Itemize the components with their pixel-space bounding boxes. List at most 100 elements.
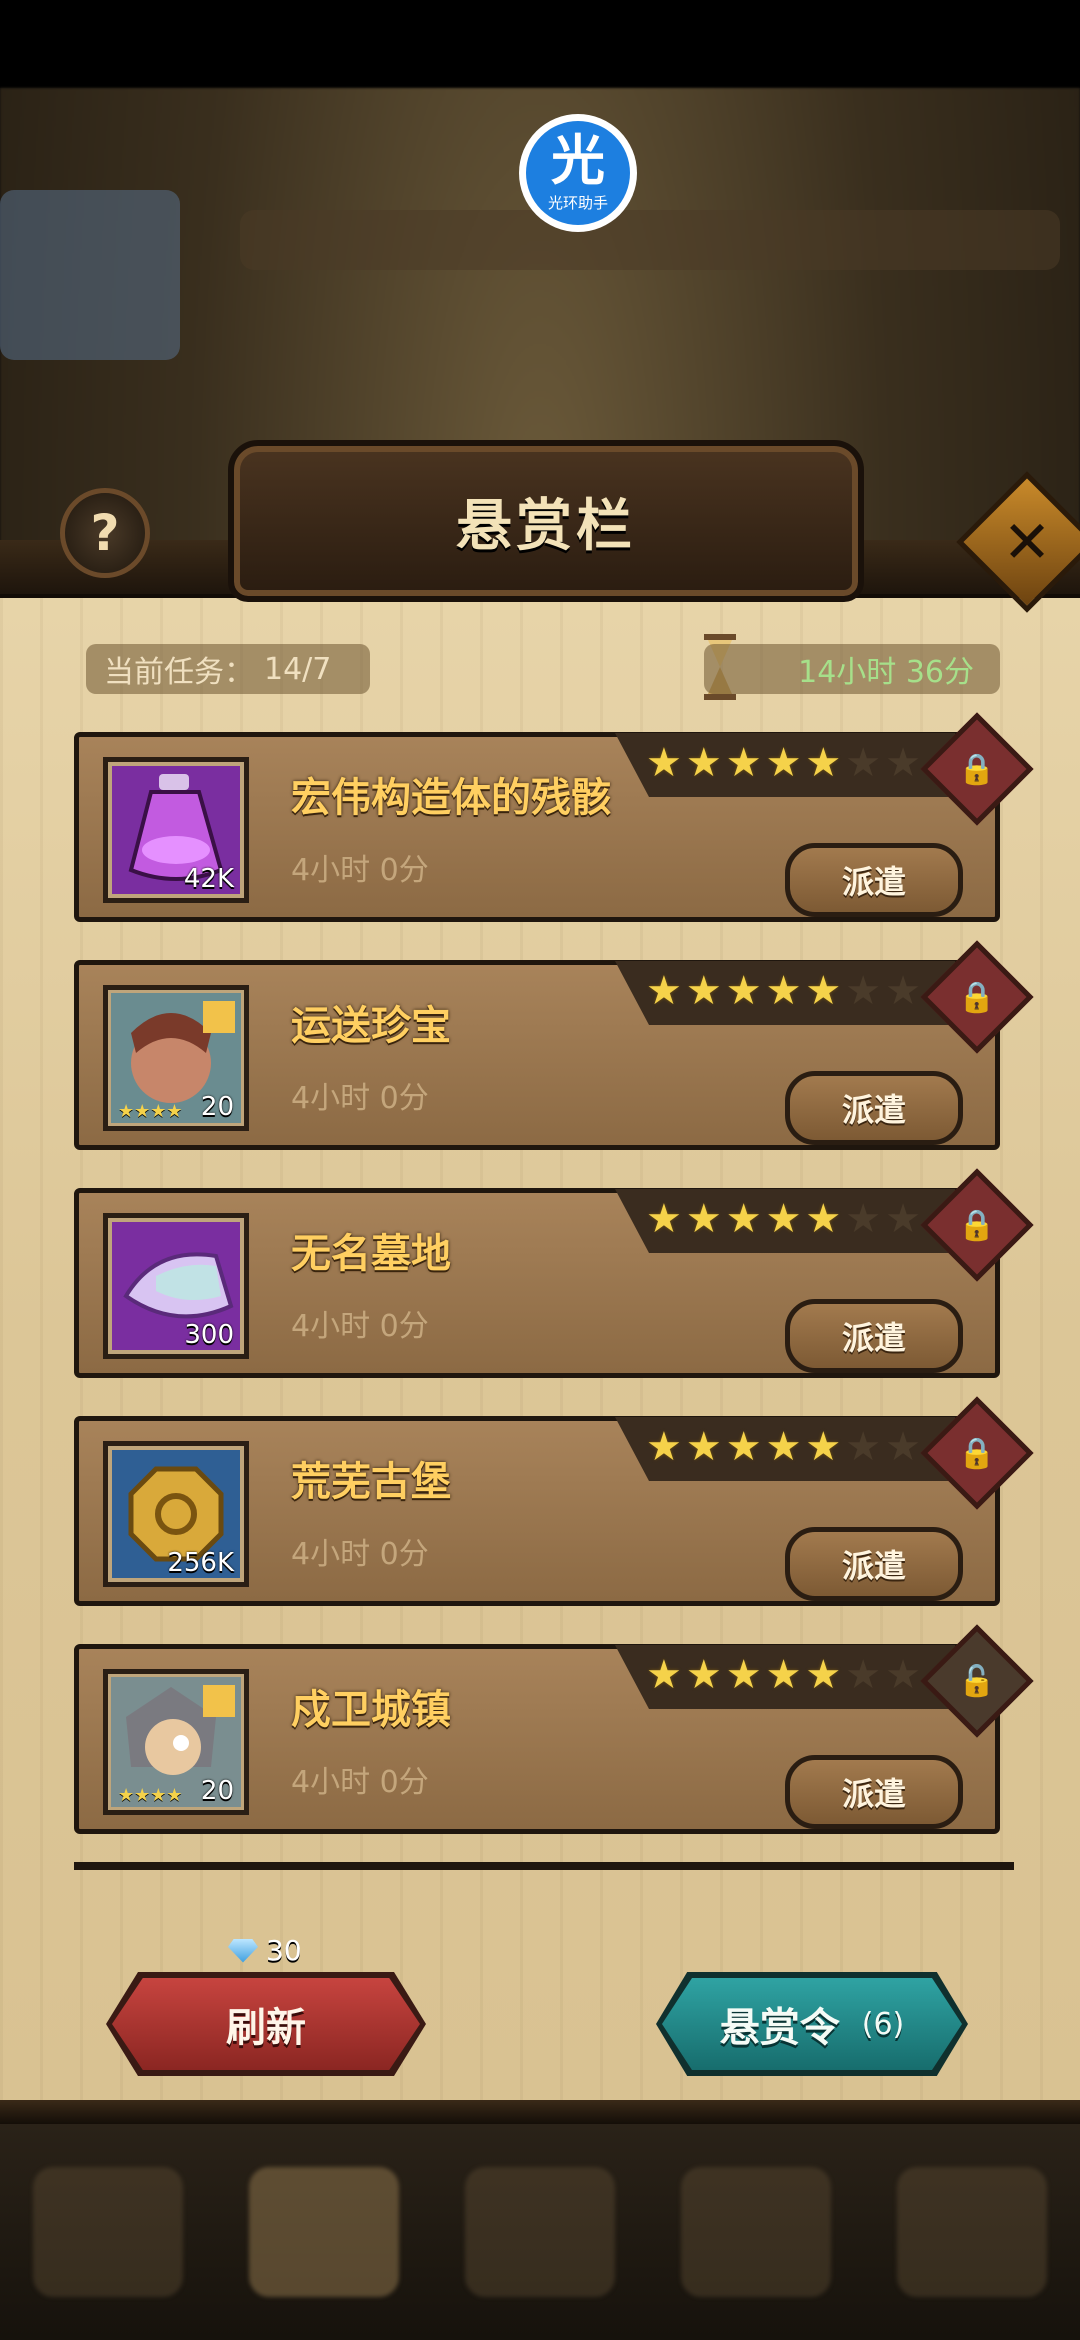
reward-item[interactable]: 256K [103,1441,249,1587]
dispatch-button[interactable]: 派遣 [785,1071,963,1145]
star-icon: ★ [685,1652,722,1698]
nav-tab-active[interactable] [249,2167,399,2297]
dispatch-button[interactable]: 派遣 [785,1299,963,1373]
star-icon: ★ [685,1424,722,1470]
quest-card: ★ ★ ★ ★ ★ ★ ★ 🔓 ★★★★ 20 戍卫城镇 4小时 0分 派遣 [74,1624,1034,1834]
bounty-order-count: (6) [861,2006,905,2042]
star-icon: ★ [885,1196,921,1242]
star-icon: ★ [645,1652,682,1698]
star-icon: ★ [805,968,842,1014]
nav-tab[interactable] [897,2167,1047,2297]
quest-card: ★ ★ ★ ★ ★ ★ ★ 🔒 256K 荒芜古堡 4小时 0分 派遣 [74,1396,1034,1606]
reward-quantity: 42K [183,864,234,894]
title-plate: 悬赏栏 [228,440,864,602]
refresh-cost: 30 [228,1934,302,1967]
star-icon: ★ [725,1424,762,1470]
unlocked-icon: 🔓 [958,1663,996,1699]
list-bottom-edge [74,1862,1014,1870]
star-icon: ★ [765,968,802,1014]
star-icon: ★ [845,1424,882,1470]
dispatch-button[interactable]: 派遣 [785,1755,963,1829]
star-icon: ★ [645,1196,682,1242]
refresh-cost-value: 30 [266,1934,302,1967]
star-icon: ★ [845,1196,882,1242]
reward-item[interactable]: 300 [103,1213,249,1359]
star-icon: ★ [805,1196,842,1242]
quest-duration: 4小时 0分 [291,1537,429,1572]
star-icon: ★ [645,1424,682,1470]
nav-tab[interactable] [465,2167,615,2297]
star-icon: ★ [685,740,722,786]
reward-item[interactable]: ★★★★ 20 [103,1669,249,1815]
dispatch-button[interactable]: 派遣 [785,843,963,917]
reward-quantity: 20 [200,1092,234,1122]
task-counter: 当前任务： 14/7 [86,644,370,694]
star-icon: ★ [685,1196,722,1242]
bounty-order-button[interactable]: 悬赏令 (6) [662,1978,962,2070]
difficulty-stars: ★ ★ ★ ★ ★ ★ ★ [646,1199,921,1239]
badge-label: 光环助手 [547,193,608,212]
reward-quantity: 20 [200,1776,234,1806]
quest-card: ★ ★ ★ ★ ★ ★ ★ 🔒 300 无名墓地 4小时 0分 派遣 [74,1168,1034,1378]
bottom-nav [0,2124,1080,2340]
star-icon: ★ [885,1424,921,1470]
quest-duration: 4小时 0分 [291,1309,429,1344]
star-icon: ★ [645,740,682,786]
bounty-order-label: 悬赏令 [719,2005,840,2051]
star-icon: ★ [845,968,882,1014]
background-portrait [0,190,180,360]
quest-name: 无名墓地 [291,1231,451,1277]
overlay-app-badge[interactable]: 光 光环助手 [519,114,637,232]
lock-icon: 🔒 [958,1207,996,1243]
bottom-rail [0,2100,1080,2124]
reward-item[interactable]: 42K [103,757,249,903]
badge-glyph: 光 [551,128,605,192]
quest-duration: 4小时 0分 [291,1081,429,1116]
quest-card: ★ ★ ★ ★ ★ ★ ★ 🔒 42K 宏伟构造体的残骸 4小时 0分 派遣 [74,712,1034,922]
refresh-button[interactable]: 刷新 [112,1978,420,2070]
quest-name: 戍卫城镇 [291,1687,451,1733]
star-icon: ★ [765,740,802,786]
quest-duration: 4小时 0分 [291,1765,429,1800]
star-icon: ★ [725,1652,762,1698]
quest-duration: 4小时 0分 [291,853,429,888]
star-icon: ★ [805,1652,842,1698]
star-icon: ★ [765,1424,802,1470]
background-resource-bar [240,210,1060,270]
dispatch-button[interactable]: 派遣 [785,1527,963,1601]
reward-item[interactable]: ★★★★ 20 [103,985,249,1131]
star-icon: ★ [645,968,682,1014]
status-bar [0,0,1080,88]
reward-stars: ★★★★ [118,1785,183,1806]
star-icon: ★ [805,740,842,786]
quest-name: 宏伟构造体的残骸 [291,775,611,821]
star-icon: ★ [685,968,722,1014]
star-icon: ★ [845,740,882,786]
star-icon: ★ [725,1196,762,1242]
lock-icon: 🔒 [958,1435,996,1471]
star-icon: ★ [765,1196,802,1242]
help-button[interactable]: ? [60,488,150,578]
close-icon: ✕ [1002,508,1052,576]
star-icon: ★ [885,968,921,1014]
quest-card: ★ ★ ★ ★ ★ ★ ★ 🔒 ★★★★ 20 运送珍宝 4小时 0分 派遣 [74,940,1034,1150]
star-icon: ★ [845,1652,882,1698]
task-counter-label: 当前任务： [104,655,254,690]
quest-name: 运送珍宝 [291,1003,451,1049]
star-icon: ★ [805,1424,842,1470]
reward-quantity: 256K [167,1548,234,1578]
star-icon: ★ [765,1652,802,1698]
quest-name: 荒芜古堡 [291,1459,451,1505]
reward-stars: ★★★★ [118,1101,183,1122]
nav-tab[interactable] [33,2167,183,2297]
nav-tab[interactable] [681,2167,831,2297]
difficulty-stars: ★ ★ ★ ★ ★ ★ ★ [646,971,921,1011]
difficulty-stars: ★ ★ ★ ★ ★ ★ ★ [646,743,921,783]
page-title: 悬赏栏 [456,493,636,559]
star-icon: ★ [725,740,762,786]
reward-quantity: 300 [184,1320,234,1350]
task-counter-value: 14/7 [264,651,332,687]
diamond-icon [228,1938,258,1963]
lock-icon: 🔒 [958,751,996,787]
star-icon: ★ [725,968,762,1014]
